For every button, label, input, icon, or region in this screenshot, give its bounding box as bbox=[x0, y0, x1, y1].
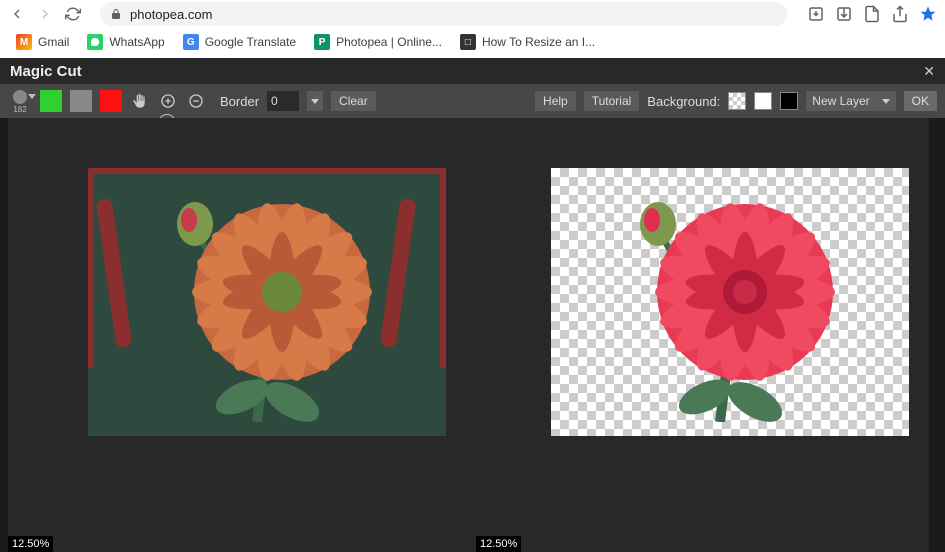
clear-button[interactable]: Clear bbox=[331, 91, 376, 111]
bookmark-label: How To Resize an I... bbox=[482, 35, 595, 49]
zoom-in-icon[interactable] bbox=[158, 91, 178, 111]
app-title: Magic Cut bbox=[10, 63, 82, 80]
url-text: photopea.com bbox=[130, 7, 212, 22]
bookmark-translate[interactable]: G Google Translate bbox=[183, 34, 296, 50]
close-button[interactable]: ✕ bbox=[923, 63, 935, 80]
address-bar[interactable]: photopea.com bbox=[100, 2, 787, 26]
result-panel[interactable] bbox=[551, 168, 909, 436]
forward-button[interactable] bbox=[36, 5, 54, 23]
whatsapp-icon bbox=[87, 34, 103, 50]
bg-swatch-transparent[interactable] bbox=[728, 92, 746, 110]
bookmark-gmail[interactable]: M Gmail bbox=[16, 34, 69, 50]
border-label: Border bbox=[220, 94, 259, 109]
border-input[interactable] bbox=[267, 91, 299, 111]
resize-icon: □ bbox=[460, 34, 476, 50]
layer-mode-select[interactable]: New Layer bbox=[806, 91, 895, 111]
back-button[interactable] bbox=[8, 5, 26, 23]
bookmark-label: Photopea | Online... bbox=[336, 35, 442, 49]
dropdown-icon bbox=[28, 94, 36, 99]
doc-icon[interactable] bbox=[863, 5, 881, 23]
bg-swatch-white[interactable] bbox=[754, 92, 772, 110]
flower-image bbox=[137, 182, 397, 422]
layer-mode-label: New Layer bbox=[812, 94, 869, 108]
bookmark-label: Google Translate bbox=[205, 35, 296, 49]
bookmark-photopea[interactable]: P Photopea | Online... bbox=[314, 34, 442, 50]
bookmarks-bar: M Gmail WhatsApp G Google Translate P Photo… bbox=[0, 28, 945, 58]
zoom-out-icon[interactable] bbox=[186, 91, 206, 111]
swatch-gray[interactable] bbox=[70, 90, 92, 112]
bookmark-whatsapp[interactable]: WhatsApp bbox=[87, 34, 164, 50]
source-panel[interactable] bbox=[88, 168, 446, 436]
install-icon[interactable] bbox=[807, 5, 825, 23]
share-icon[interactable] bbox=[891, 5, 909, 23]
bookmark-label: Gmail bbox=[38, 35, 69, 49]
zoom-level-left: 12.50% bbox=[8, 536, 53, 552]
swatch-red[interactable] bbox=[100, 90, 122, 112]
lock-icon bbox=[110, 8, 122, 20]
translate-icon: G bbox=[183, 34, 199, 50]
hand-tool-icon[interactable] bbox=[130, 91, 150, 111]
bookmark-star-icon[interactable] bbox=[919, 5, 937, 23]
photopea-icon: P bbox=[314, 34, 330, 50]
background-label: Background: bbox=[647, 94, 720, 109]
brush-size-value: 182 bbox=[8, 105, 32, 114]
brush-size-indicator[interactable]: 182 bbox=[8, 90, 32, 112]
bookmark-resize[interactable]: □ How To Resize an I... bbox=[460, 34, 595, 50]
reload-button[interactable] bbox=[64, 5, 82, 23]
gmail-icon: M bbox=[16, 34, 32, 50]
help-button[interactable]: Help bbox=[535, 91, 576, 111]
border-dropdown[interactable] bbox=[307, 91, 323, 111]
swatch-green[interactable] bbox=[40, 90, 62, 112]
flower-cutout-image bbox=[600, 182, 860, 422]
download-icon[interactable] bbox=[835, 5, 853, 23]
zoom-level-right: 12.50% bbox=[476, 536, 521, 552]
brush-circle-icon bbox=[13, 90, 27, 104]
ok-button[interactable]: OK bbox=[904, 91, 937, 111]
bookmark-label: WhatsApp bbox=[109, 35, 164, 49]
bg-swatch-black[interactable] bbox=[780, 92, 798, 110]
tutorial-button[interactable]: Tutorial bbox=[584, 91, 640, 111]
